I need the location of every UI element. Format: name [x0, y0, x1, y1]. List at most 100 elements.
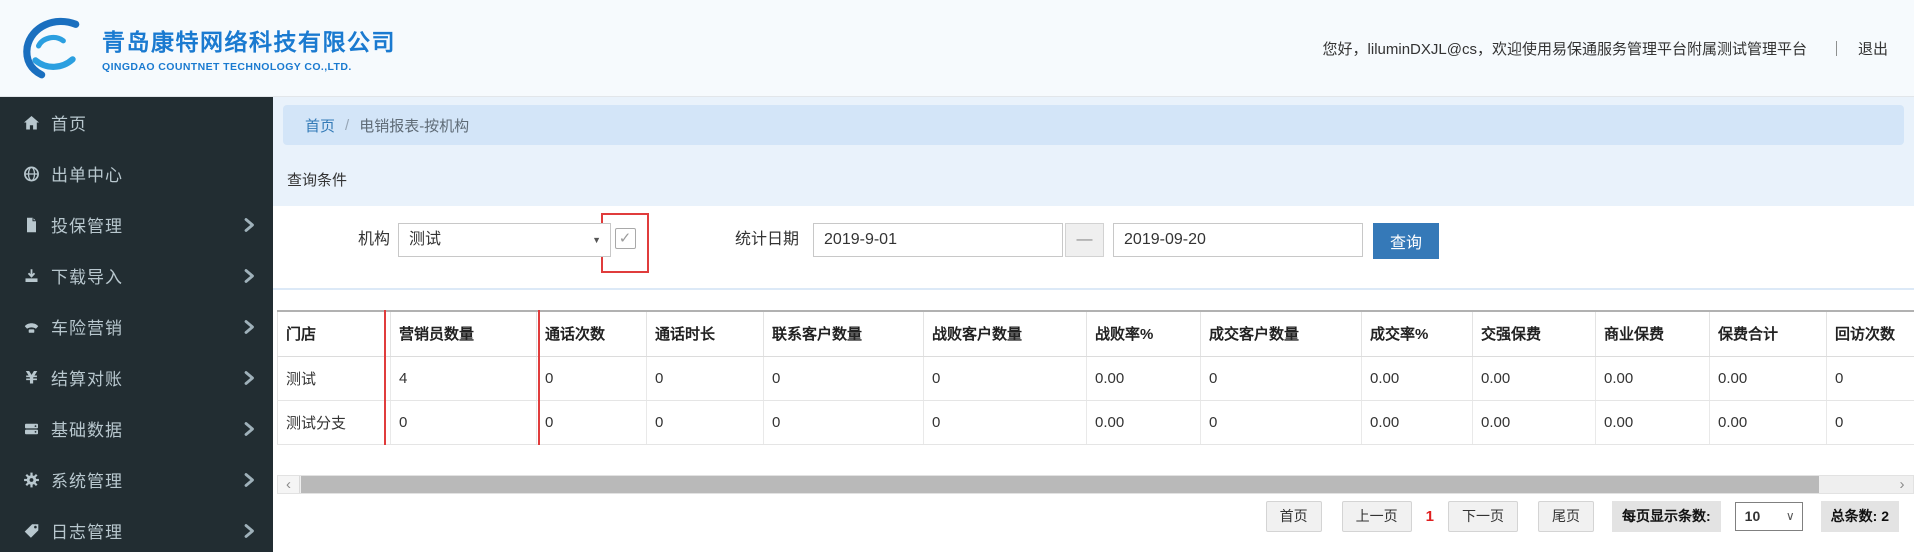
app-root: 青岛康特网络科技有限公司 QINGDAO COUNTNET TECHNOLOGY… — [0, 0, 1914, 552]
content: 首页 / 电销报表-按机构 查询条件 机构 测试 ▼ ✓ 统计日期 2019-9… — [273, 97, 1914, 552]
date-to-input[interactable]: 2019-09-20 — [1113, 223, 1364, 257]
phone-icon — [20, 318, 42, 336]
globe-icon — [20, 165, 42, 183]
query-section-title: 查询条件 — [287, 172, 348, 189]
sidebar-item-log-mgmt[interactable]: 日志管理 — [0, 505, 273, 552]
top-header: 青岛康特网络科技有限公司 QINGDAO COUNTNET TECHNOLOGY… — [0, 0, 1914, 97]
column-header: 保费合计 — [1709, 311, 1827, 357]
query-form: 机构 测试 ▼ ✓ 统计日期 2019-9-01 — 2019-09-20 查询 — [273, 206, 1914, 288]
date-label: 统计日期 — [735, 231, 800, 248]
sidebar-item-label: 投保管理 — [51, 217, 123, 236]
pagination: 首页 上一页 1 下一页 尾页 每页显示条数: 10 ∨ 总条数: 2 — [273, 500, 1914, 532]
table-cell: 0 — [923, 356, 1087, 401]
table-cell: 0.00 — [1595, 356, 1710, 401]
sidebar-item-home[interactable]: 首页 — [0, 97, 273, 148]
sidebar-item-label: 下载导入 — [51, 268, 123, 287]
column-header: 交强保费 — [1472, 311, 1596, 357]
sidebar: 首页 出单中心投保管理下载导入车险营销 ¥ 结算对账基础数据 系统管理 日志管理 — [0, 97, 273, 552]
table-cell: 0 — [763, 356, 924, 401]
next-page-button[interactable]: 下一页 — [1447, 500, 1518, 532]
drive-icon — [20, 420, 42, 438]
table-cell: 0 — [536, 400, 647, 445]
report-table: 门店 营销员数量 通话次数 通话时长 联系客户数量 战败客户数量 战败率% 成交客户数量 成交率… — [277, 310, 1914, 445]
table-cell: 0.00 — [1086, 400, 1201, 445]
date-from-input[interactable]: 2019-9-01 — [813, 223, 1064, 257]
table-cell: 0.00 — [1472, 356, 1596, 401]
table-cell: 0.00 — [1086, 356, 1201, 401]
sidebar-item-base-data[interactable]: 基础数据 — [0, 403, 273, 454]
column-header: 战败客户数量 — [923, 311, 1087, 357]
table-cell: 0 — [763, 400, 924, 445]
main-panel: 机构 测试 ▼ ✓ 统计日期 2019-9-01 — 2019-09-20 查询 — [273, 206, 1914, 552]
org-label: 机构 — [358, 231, 391, 248]
chevron-right-icon — [243, 472, 255, 488]
table-cell: 0 — [1200, 400, 1362, 445]
table-cell: 0.00 — [1472, 400, 1596, 445]
horizontal-scrollbar[interactable]: ‹ › — [277, 474, 1914, 494]
table-cell: 测试分支 — [277, 400, 391, 445]
sidebar-item-car-marketing[interactable]: 车险营销 — [0, 301, 273, 352]
table-cell: 0 — [390, 400, 537, 445]
breadcrumb-current: 电销报表-按机构 — [359, 117, 470, 135]
sidebar-item-policy-mgmt[interactable]: 投保管理 — [0, 199, 273, 250]
chevron-down-icon: ▼ — [592, 235, 602, 245]
sidebar-item-order-center[interactable]: 出单中心 — [0, 148, 273, 199]
sidebar-item-system-mgmt[interactable]: 系统管理 — [0, 454, 273, 505]
table-cell: 0.00 — [1361, 400, 1473, 445]
last-page-button[interactable]: 尾页 — [1537, 500, 1594, 532]
chevron-right-icon — [243, 319, 255, 335]
svg-text:¥: ¥ — [25, 369, 37, 387]
chevron-right-icon — [243, 217, 255, 233]
user-greeting: 您好，liluminDXJL@cs，欢迎使用易保通服务管理平台附属测试管理平台 — [1322, 40, 1807, 58]
current-page: 1 — [1425, 507, 1434, 525]
column-header: 通话时长 — [646, 311, 764, 357]
table-head: 门店 营销员数量 通话次数 通话时长 联系客户数量 战败客户数量 战败率% 成交客户数量 成交率… — [277, 311, 1914, 357]
table-cell: 0.00 — [1709, 400, 1827, 445]
first-page-button[interactable]: 首页 — [1265, 500, 1322, 532]
column-header: 门店 — [277, 311, 391, 357]
logout-link[interactable]: 退出 — [1858, 38, 1888, 59]
table-zone: 门店 营销员数量 通话次数 通话时长 联系客户数量 战败客户数量 战败率% 成交客户数量 成交率… — [277, 310, 1914, 445]
table-cell: 0.00 — [1595, 400, 1710, 445]
logo-text: 青岛康特网络科技有限公司 QINGDAO COUNTNET TECHNOLOGY… — [102, 23, 396, 73]
scroll-right-button[interactable]: › — [1891, 476, 1913, 493]
page-size-select[interactable]: 10 ∨ — [1734, 501, 1803, 531]
table-cell: 4 — [390, 356, 537, 401]
table-cell: 0 — [1826, 356, 1914, 401]
breadcrumb-separator: / — [345, 116, 350, 134]
table-cell: 0 — [646, 400, 764, 445]
table-cell: 0 — [1826, 400, 1914, 445]
total-count: 总条数: 2 — [1820, 500, 1899, 532]
scrollbar-thumb[interactable] — [301, 475, 1819, 493]
table-cell: 0 — [536, 356, 647, 401]
check-icon: ✓ — [618, 230, 632, 247]
yen-icon: ¥ — [20, 369, 42, 387]
org-select[interactable]: 测试 ▼ — [398, 223, 612, 257]
logo: 青岛康特网络科技有限公司 QINGDAO COUNTNET TECHNOLOGY… — [14, 15, 396, 81]
column-header: 成交客户数量 — [1200, 311, 1362, 357]
table-cell: 0 — [646, 356, 764, 401]
column-header: 联系客户数量 — [763, 311, 924, 357]
gear-icon — [20, 471, 42, 489]
table-cell: 0.00 — [1361, 356, 1473, 401]
chevron-right-icon — [243, 523, 255, 539]
sidebar-item-label: 车险营销 — [51, 319, 123, 338]
sidebar-item-download-import[interactable]: 下载导入 — [0, 250, 273, 301]
table-cell: 0 — [923, 400, 1087, 445]
sidebar-item-settlement[interactable]: ¥ 结算对账 — [0, 352, 273, 403]
table-cell: 测试 — [277, 356, 391, 401]
breadcrumb-home-link[interactable]: 首页 — [305, 115, 335, 136]
document-icon — [20, 216, 42, 234]
date-range-separator: — — [1065, 223, 1105, 257]
scroll-left-button[interactable]: ‹ — [278, 475, 300, 493]
prev-page-button[interactable]: 上一页 — [1341, 500, 1412, 532]
sidebar-menu: 首页 出单中心投保管理下载导入车险营销 ¥ 结算对账基础数据 系统管理 日志管理 — [0, 97, 273, 552]
org-checkbox[interactable]: ✓ — [614, 228, 636, 249]
chevron-right-icon — [243, 268, 255, 284]
search-button[interactable]: 查询 — [1373, 223, 1440, 259]
sidebar-item-label: 结算对账 — [51, 370, 123, 389]
page-size-label: 每页显示条数: — [1611, 500, 1721, 532]
chevron-right-icon — [243, 370, 255, 386]
user-area: 您好，liluminDXJL@cs，欢迎使用易保通服务管理平台附属测试管理平台 … — [1323, 38, 1888, 59]
table-body: 测试 4 0 0 0 0 0.00 0 0.00 0.00 0.00 0.00 0 测试分支 0 0 0 0 0 0.… — [277, 356, 1914, 445]
